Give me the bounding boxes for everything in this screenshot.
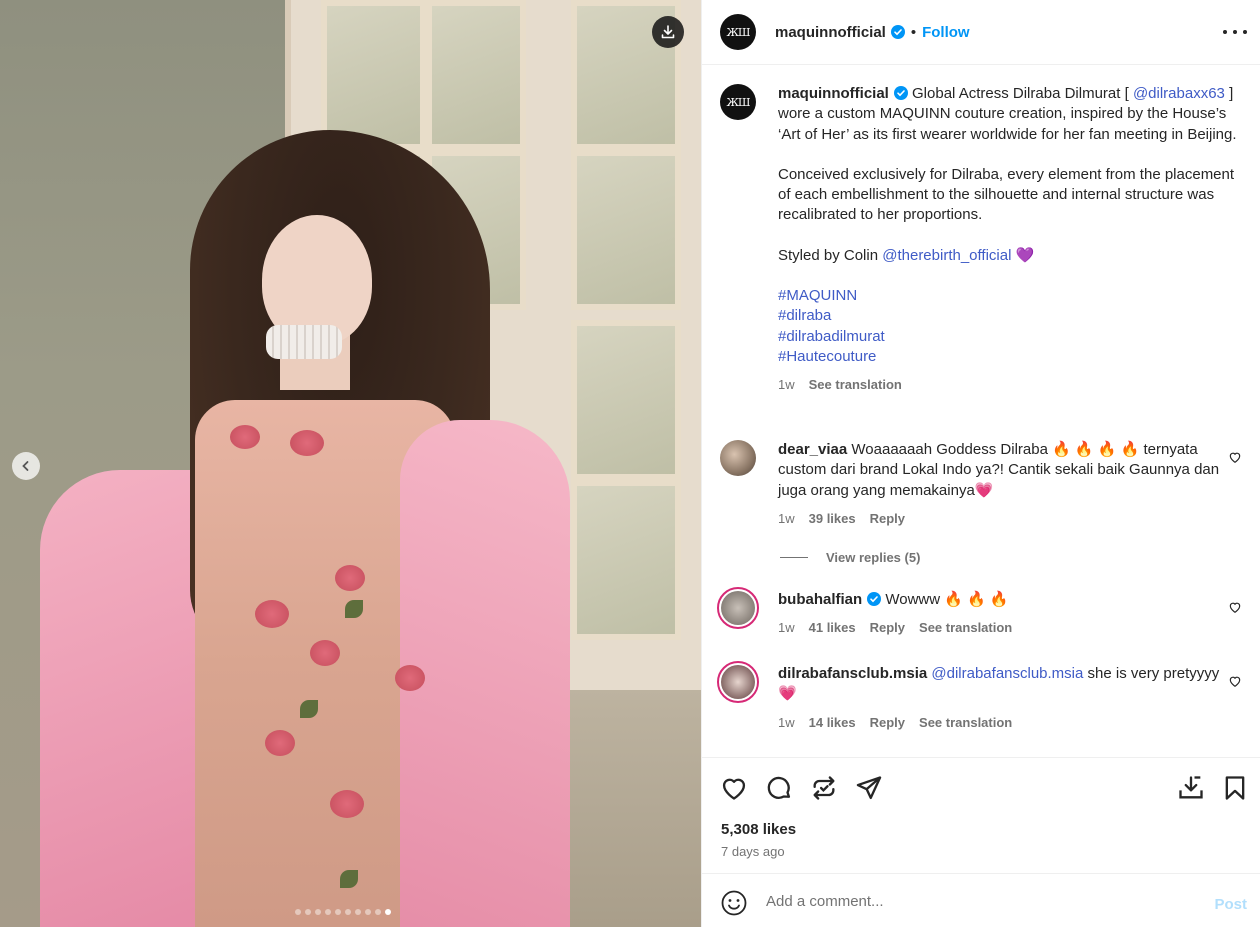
comment-username[interactable]: dilrabafansclub.msia [778,665,927,682]
hashtag[interactable]: #dilrabadilmurat [778,327,1240,347]
like-comment-heart-icon[interactable] [1228,600,1242,614]
avatar[interactable] [720,440,756,476]
purple-heart-emoji: 💜 [1015,246,1035,264]
comment-username[interactable]: bubahalfian [778,591,862,608]
reply-button[interactable]: Reply [870,715,905,730]
comments-scroll[interactable]: ЖШ maquinnofficial Global Actress Dilrab… [702,66,1260,756]
comment-meta: 1w 41 likes Reply See translation [778,620,1240,635]
hashtag[interactable]: #dilraba [778,306,1240,326]
caption-meta: 1w See translation [778,377,1240,392]
hashtag[interactable]: #Hautecouture [778,347,1240,367]
download-tray-icon[interactable] [1177,774,1205,802]
image-pink-wrap-right [400,420,570,927]
image-flower [395,665,425,691]
image-flower [255,600,289,628]
logo-text: ЖШ [726,95,751,109]
caption-text: Global Actress Dilraba Dilmurat [ [912,85,1129,102]
comment-likes[interactable]: 41 likes [809,620,856,635]
comment: bubahalfian Wowww 🔥 🔥 🔥 1w 41 likes Repl… [717,587,1242,635]
post-header: ЖШ maquinnofficial • Follow [702,0,1260,65]
follow-button[interactable]: Follow [922,24,970,41]
like-comment-heart-icon[interactable] [1228,674,1242,688]
image-flower [290,430,324,456]
see-translation-button[interactable]: See translation [809,377,902,392]
download-icon [661,25,675,39]
caption-paragraph: Conceived exclusively for Dilraba, every… [778,165,1235,224]
see-translation-button[interactable]: See translation [919,620,1012,635]
like-comment-heart-icon[interactable] [1228,450,1242,464]
comment-username[interactable]: dear_viaa [778,441,847,458]
verified-badge-icon [893,86,908,100]
comment-bubble-icon[interactable] [765,774,793,802]
comment-likes[interactable]: 39 likes [809,511,856,526]
logo-text: ЖШ [726,25,751,39]
post-actions: 5,308 likes 7 days ago [702,757,1260,873]
add-comment-bar: Post [702,873,1260,927]
post-likes-count[interactable]: 5,308 likes [721,821,796,838]
comment-time: 1w [778,510,795,526]
save-bookmark-icon[interactable] [1221,774,1249,802]
post-image[interactable] [0,0,701,927]
post-comment-button[interactable]: Post [1214,896,1247,913]
comment-likes[interactable]: 14 likes [809,715,856,730]
avatar[interactable] [717,587,759,629]
image-flower [330,790,364,818]
image-leaf [300,700,318,718]
previous-image-button[interactable] [12,452,40,480]
like-heart-icon[interactable] [720,774,748,802]
caption: ЖШ maquinnofficial Global Actress Dilrab… [720,84,1240,392]
image-flower [335,565,365,591]
share-paper-plane-icon[interactable] [855,774,883,802]
post-details-panel: ЖШ maquinnofficial • Follow ЖШ maquinnof… [701,0,1260,927]
hashtag[interactable]: #MAQUINN [778,286,1240,306]
verified-badge-icon [867,592,882,606]
caption-mention[interactable]: @dilrabaxx63 [1133,85,1225,102]
header-separator: • [910,23,917,41]
view-replies-button[interactable]: View replies (5) [780,550,920,565]
post-date[interactable]: 7 days ago [721,844,785,859]
header-username[interactable]: maquinnofficial [775,24,886,41]
image-flower [230,425,260,449]
image-choker [266,325,342,359]
comment-time: 1w [778,620,795,636]
repost-icon[interactable] [810,774,838,802]
caption-username[interactable]: maquinnofficial [778,85,889,102]
hashtags: #MAQUINN #dilraba #dilrabadilmurat #Haut… [778,286,1240,367]
comment-meta: 1w 39 likes Reply [778,511,1240,526]
more-options-button[interactable] [1223,22,1247,42]
download-button[interactable] [652,16,684,48]
comment-text: Wowww 🔥 🔥 🔥 [885,591,1009,608]
styled-prefix: Styled by Colin [778,246,879,264]
comment-input[interactable] [766,888,1186,914]
styled-mention[interactable]: @therebirth_official [882,247,1011,264]
image-flower [310,640,340,666]
image-leaf [345,600,363,618]
chevron-left-icon [22,461,29,471]
caption-avatar[interactable]: ЖШ [720,84,756,120]
account-avatar[interactable]: ЖШ [720,14,756,50]
image-flower [265,730,295,756]
comment-mention[interactable]: @dilrabafansclub.msia [931,665,1083,682]
comment: dilrabafansclub.msia @dilrabafansclub.ms… [717,661,1242,730]
caption-styled-by: Styled by Colin @therebirth_official 💜 [778,246,1240,266]
comment-time: 1w [778,714,795,730]
caption-time: 1w [778,377,795,393]
comment: dear_viaa Woaaaaaah Goddess Dilraba 🔥 🔥 … [720,440,1242,526]
comment-meta: 1w 14 likes Reply See translation [778,715,1240,730]
view-replies-label: View replies (5) [826,550,921,565]
image-leaf [340,870,358,888]
reply-button[interactable]: Reply [870,620,905,635]
carousel-indicator [295,909,391,915]
emoji-icon[interactable] [721,890,747,916]
avatar[interactable] [717,661,759,703]
reply-button[interactable]: Reply [870,511,905,526]
see-translation-button[interactable]: See translation [919,715,1012,730]
verified-badge-icon [890,25,905,39]
